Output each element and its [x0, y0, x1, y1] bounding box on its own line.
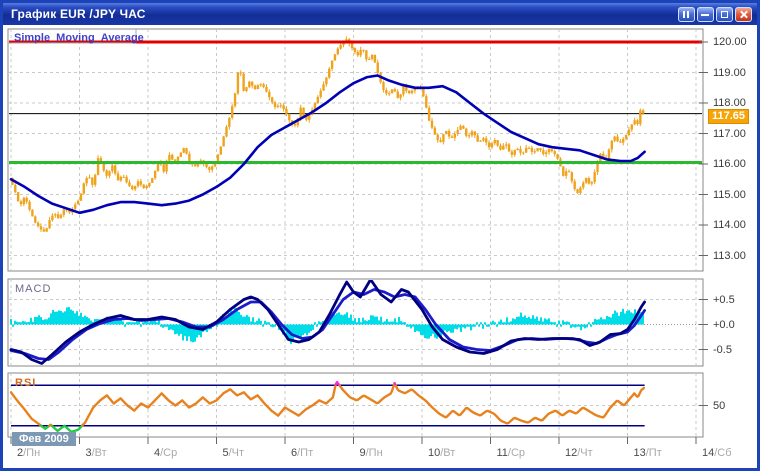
time-tick-label: 12/Чт: [565, 447, 593, 459]
time-tick-label: 13/Пт: [634, 447, 662, 459]
macd-indicator-label: MACD: [15, 283, 51, 295]
time-tick-label: 9/Пн: [360, 447, 383, 459]
time-tick-label: 14/Сб: [702, 447, 732, 459]
macd-tick-label: +0.5: [713, 294, 735, 306]
time-tick-label: 2/Пн: [17, 447, 40, 459]
macd-tick-label: +0.0: [713, 319, 735, 331]
time-tick-label: 6/Пт: [291, 447, 313, 459]
time-tick-label: 11/Ср: [497, 447, 526, 459]
close-button[interactable]: [735, 7, 752, 22]
pause-button[interactable]: [678, 7, 695, 22]
maximize-button[interactable]: [716, 7, 733, 22]
rsi-tick-label: 50: [713, 400, 725, 412]
time-tick-label: 10/Вт: [428, 447, 455, 459]
price-tick-label: 115.00: [713, 189, 746, 201]
price-tick-label: 114.00: [713, 219, 746, 231]
minimize-button[interactable]: [697, 7, 714, 22]
price-tick-label: 113.00: [713, 250, 746, 262]
time-tick-label: 3/Вт: [86, 447, 107, 459]
price-tick-label: 117.00: [713, 128, 746, 140]
macd-tick-label: -0.5: [713, 344, 732, 356]
chart-canvas[interactable]: [3, 25, 757, 468]
price-tick-label: 119.00: [713, 67, 746, 79]
price-tick-label: 116.00: [713, 158, 746, 170]
month-badge: Фев 2009: [12, 432, 76, 446]
window-buttons: [678, 7, 752, 22]
price-tick-label: 120.00: [713, 36, 747, 48]
rsi-indicator-label: RSI: [15, 377, 36, 389]
time-tick-label: 4/Ср: [154, 447, 177, 459]
title-bar[interactable]: График EUR /JPY ЧАС: [3, 3, 757, 25]
chart-window: График EUR /JPY ЧАС Simple_Moving_Averag…: [0, 0, 760, 471]
sma-indicator-label: Simple_Moving_Average: [14, 32, 144, 44]
price-tick-label: 118.00: [713, 97, 746, 109]
chart-area: Simple_Moving_Average MACD RSI 117.65 Фе…: [3, 25, 757, 468]
window-title: График EUR /JPY ЧАС: [11, 7, 678, 21]
time-tick-label: 5/Чт: [223, 447, 245, 459]
last-price-badge: 117.65: [708, 109, 749, 124]
